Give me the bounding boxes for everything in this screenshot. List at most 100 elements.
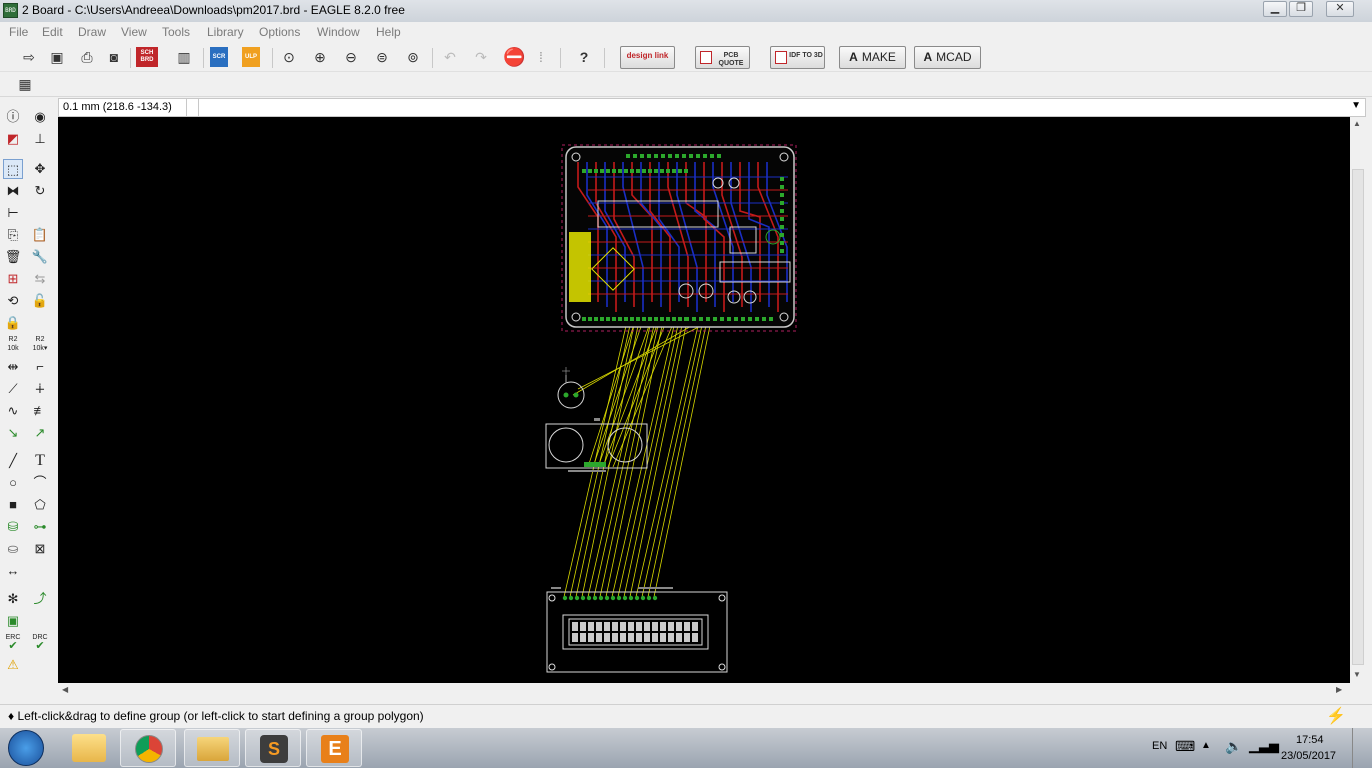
print-icon[interactable]: ⎙ [76, 47, 98, 67]
wrench-icon[interactable]: 🔧 [30, 247, 50, 267]
change-package-icon[interactable]: ⟲ [3, 291, 23, 311]
make-button[interactable]: A MAKE [839, 46, 906, 69]
menu-file[interactable]: File [9, 25, 28, 39]
show-icon[interactable]: ◉ [30, 107, 50, 127]
question-icon[interactable]: ? [573, 47, 595, 67]
save-icon[interactable]: ▣ [46, 47, 68, 67]
undo-icon[interactable]: ↶ [439, 47, 461, 67]
taskbar-folder[interactable] [184, 729, 240, 767]
menu-edit[interactable]: Edit [42, 25, 63, 39]
lock-icon[interactable]: 🔒 [3, 313, 23, 333]
zoom-redraw-icon[interactable]: ⊜ [371, 47, 393, 67]
zoom-select-icon[interactable]: ⊚ [402, 47, 424, 67]
taskbar-sublime[interactable]: S [245, 729, 301, 767]
close-icon[interactable]: ✕ [1326, 1, 1354, 17]
paste-icon[interactable]: 📋 [30, 225, 50, 245]
menu-view[interactable]: View [121, 25, 147, 39]
file-explorer-icon[interactable] [72, 734, 106, 762]
ratsnest-icon[interactable]: ✻ [3, 589, 23, 609]
rectangle-icon[interactable]: ■ [3, 495, 23, 515]
polygon-icon[interactable]: ⬠ [30, 495, 50, 515]
smash-icon[interactable]: ⇹ [3, 357, 23, 377]
language-indicator[interactable]: EN [1152, 740, 1167, 752]
command-history-dropdown-icon[interactable]: ▼ [1351, 100, 1361, 111]
command-input[interactable] [201, 99, 1341, 116]
menu-library[interactable]: Library [207, 25, 244, 39]
library-icon[interactable]: ▥ [173, 47, 195, 67]
line-icon[interactable]: ╱ [3, 451, 23, 471]
board-canvas[interactable] [58, 117, 1350, 683]
group-icon[interactable]: ⬚ [3, 159, 23, 179]
hole-icon[interactable]: ⛀ [3, 539, 23, 559]
drc-button[interactable]: DRC ✔ [30, 633, 50, 653]
clock-date[interactable]: 23/05/2017 [1281, 750, 1336, 762]
design-link-button[interactable]: design link [620, 46, 675, 69]
volume-icon[interactable]: 🔈 [1225, 738, 1242, 755]
open-icon[interactable]: ⇨ [18, 47, 40, 67]
scroll-right-icon[interactable]: ▶ [1336, 685, 1342, 694]
vertical-scrollbar[interactable]: ▲ ▼ [1350, 117, 1366, 683]
taskbar-eagle[interactable]: E [306, 729, 362, 767]
zoom-fit-icon[interactable]: ⊙ [278, 47, 300, 67]
menu-window[interactable]: Window [317, 25, 360, 39]
split-icon[interactable]: ⟋ [3, 379, 23, 399]
move-icon[interactable]: ✥ [30, 159, 50, 179]
scroll-down-icon[interactable]: ▼ [1353, 670, 1361, 679]
lock-open-icon[interactable]: 🔓 [30, 291, 50, 311]
autorouter-icon[interactable]: ⤴ [30, 589, 50, 609]
start-button[interactable] [8, 730, 44, 766]
add-part-icon[interactable]: ⊞ [3, 269, 23, 289]
mark-icon[interactable]: ⊥ [30, 129, 50, 149]
scroll-left-icon[interactable]: ◀ [62, 685, 68, 694]
network-icon[interactable]: ▁▃▅ [1249, 738, 1279, 754]
route-icon[interactable]: ↘ [3, 423, 23, 443]
delete-icon[interactable]: 🗑 [3, 247, 23, 267]
menu-help[interactable]: Help [376, 25, 401, 39]
align-icon[interactable]: ⊢ [3, 203, 23, 223]
circle-icon[interactable]: ○ [3, 473, 23, 493]
idf-to-3d-button[interactable]: IDF TO 3D [770, 46, 825, 69]
value-icon[interactable]: R2 10k▾ [30, 335, 50, 355]
menu-options[interactable]: Options [259, 25, 300, 39]
attribute-icon[interactable]: ⊠ [30, 539, 50, 559]
replace-icon[interactable]: ⇆ [30, 269, 50, 289]
mcad-button[interactable]: A MCAD [914, 46, 981, 69]
go-icon[interactable]: ⁞ [530, 47, 552, 67]
route-multiple-icon[interactable]: ≢ [30, 401, 50, 421]
erc-button[interactable]: ERC ✔ [3, 633, 23, 653]
ripup-icon[interactable]: ↗ [30, 423, 50, 443]
signal-icon[interactable]: ⊶ [30, 517, 50, 537]
rotate-icon[interactable]: ↻ [30, 181, 50, 201]
copy-icon[interactable]: ⎘ [3, 225, 23, 245]
info-icon[interactable]: ⓘ [3, 107, 23, 127]
vertical-scroll-thumb[interactable] [1352, 169, 1364, 665]
menu-draw[interactable]: Draw [78, 25, 106, 39]
optimize-icon[interactable]: ∔ [30, 379, 50, 399]
zoom-in-icon[interactable]: ⊕ [309, 47, 331, 67]
errors-warning-icon[interactable]: ⚠ [3, 655, 23, 675]
arc-icon[interactable]: ⌒ [30, 473, 50, 493]
meander-icon[interactable]: ∿ [3, 401, 23, 421]
name-icon[interactable]: R2 10k [3, 335, 23, 355]
grid-icon[interactable]: ▦ [14, 74, 36, 94]
keyboard-icon[interactable]: ⌨ [1175, 738, 1195, 755]
horizontal-scrollbar[interactable]: ◀ ▶ [58, 683, 1350, 699]
via-icon[interactable]: ⛁ [3, 517, 23, 537]
lightning-icon[interactable]: ⚡ [1326, 706, 1346, 726]
cam-processor-icon[interactable]: ◙ [103, 47, 125, 67]
script-button[interactable]: SCR [210, 47, 228, 67]
restore-icon[interactable]: ❐ [1289, 1, 1313, 17]
stop-icon[interactable]: ⛔ [503, 47, 525, 67]
show-hidden-icons[interactable]: ▲ [1201, 740, 1211, 751]
show-desktop-button[interactable] [1352, 728, 1366, 768]
redo-icon[interactable]: ↷ [470, 47, 492, 67]
taskbar-chrome[interactable] [120, 729, 176, 767]
sch-brd-switch-button[interactable]: SCH BRD [136, 47, 158, 67]
pcb-quote-button[interactable]: PCB QUOTE [695, 46, 750, 69]
scroll-up-icon[interactable]: ▲ [1353, 119, 1361, 128]
clock-time[interactable]: 17:54 [1296, 734, 1324, 746]
board-icon[interactable]: ▣ [3, 611, 23, 631]
text-icon[interactable]: T [30, 451, 50, 471]
menu-tools[interactable]: Tools [162, 25, 190, 39]
minimize-icon[interactable]: ▁ [1263, 1, 1287, 17]
